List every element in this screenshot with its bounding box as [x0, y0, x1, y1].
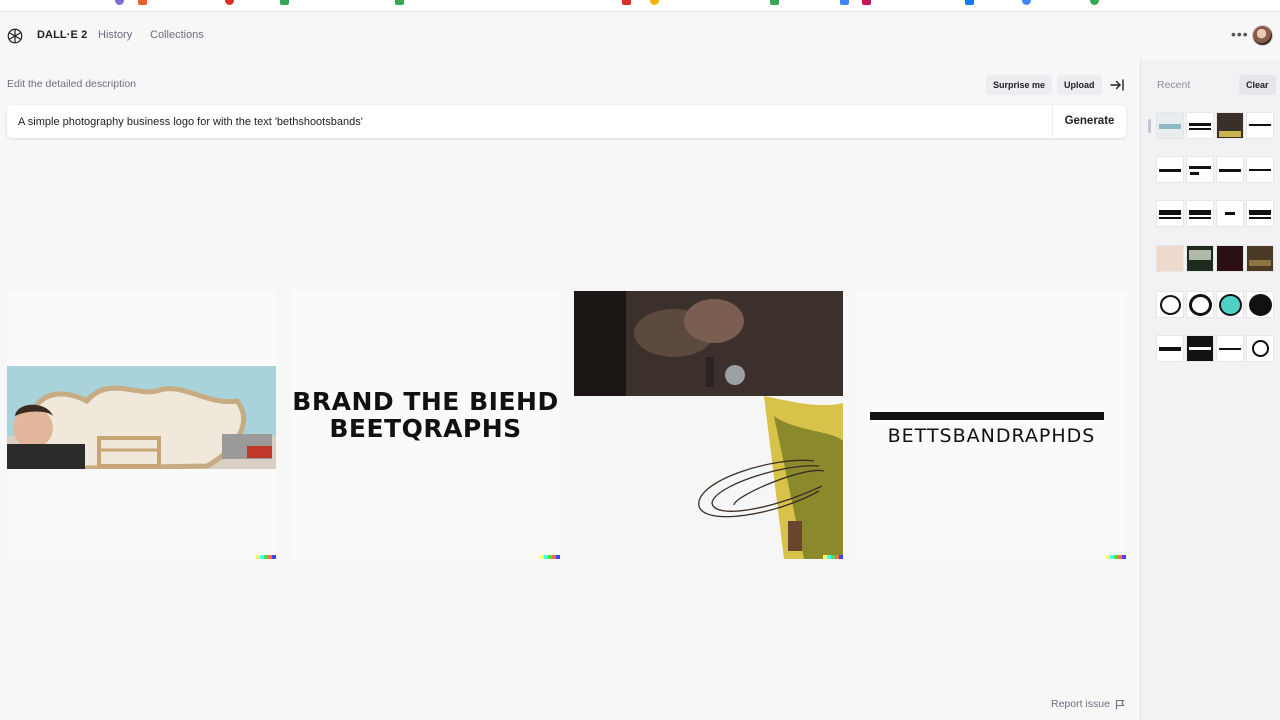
bookmark-icon[interactable] — [862, 0, 871, 5]
recent-thumbnail[interactable] — [1216, 335, 1244, 362]
recent-thumbnail[interactable] — [1246, 335, 1274, 362]
browser-bookmark-strip — [0, 0, 1280, 12]
recent-thumbnail[interactable] — [1186, 156, 1214, 183]
result-image[interactable]: BETTSBANDRAPHDS — [857, 291, 1126, 559]
signature-strip — [256, 555, 276, 559]
recent-thumbnail[interactable] — [1186, 112, 1214, 139]
openai-logo-icon[interactable] — [6, 27, 24, 45]
logo-line: BEETQRAPHS — [329, 414, 522, 443]
bookmark-icon[interactable] — [395, 0, 404, 5]
recent-thumbnail[interactable] — [1156, 245, 1184, 272]
bookmark-icon[interactable] — [1022, 0, 1031, 5]
recent-thumbnail[interactable] — [1216, 245, 1244, 272]
generate-button[interactable]: Generate — [1052, 105, 1126, 138]
result-image[interactable] — [7, 291, 276, 559]
prompt-box: Generate — [7, 105, 1126, 138]
bookmark-icon[interactable] — [622, 0, 631, 5]
recent-thumbnail[interactable] — [1186, 200, 1214, 227]
signature-strip — [540, 555, 560, 559]
recent-sidebar: Recent Clear — [1140, 60, 1280, 720]
recent-thumbnail[interactable] — [1216, 291, 1244, 318]
collapse-sidebar-icon[interactable] — [1109, 77, 1125, 93]
nav-collections[interactable]: Collections — [150, 29, 204, 41]
recent-thumbnail[interactable] — [1216, 112, 1244, 139]
bookmark-icon[interactable] — [115, 0, 124, 5]
more-horizontal-icon[interactable]: ••• — [1231, 26, 1249, 42]
recent-thumbnail[interactable] — [1156, 156, 1184, 183]
signature-strip — [823, 555, 843, 559]
scrollbar[interactable] — [1148, 119, 1151, 133]
recent-thumbnail[interactable] — [1156, 112, 1184, 139]
recent-thumbnail[interactable] — [1246, 291, 1274, 318]
recent-thumbnail[interactable] — [1216, 200, 1244, 227]
signature-strip — [1106, 555, 1126, 559]
recent-thumbnail[interactable] — [1156, 291, 1184, 318]
logo-line: BRAND THE BIEHD — [292, 387, 559, 416]
bookmark-icon[interactable] — [225, 0, 234, 5]
avatar[interactable] — [1252, 25, 1273, 46]
logo-line: BETTSBANDRAPHDS — [887, 425, 1096, 447]
nav-history[interactable]: History — [98, 29, 132, 41]
recent-thumbnail[interactable] — [1156, 335, 1184, 362]
report-issue-link[interactable]: Report issue — [1051, 698, 1110, 710]
recent-thumbnail[interactable] — [1186, 335, 1214, 362]
recent-thumbnail[interactable] — [1186, 245, 1214, 272]
bookmark-icon[interactable] — [280, 0, 289, 5]
bookmark-icon[interactable] — [1090, 0, 1099, 5]
recent-thumbnail[interactable] — [1246, 112, 1274, 139]
recent-thumbnail[interactable] — [1216, 156, 1244, 183]
recent-thumbnail[interactable] — [1156, 200, 1184, 227]
recent-label: Recent — [1157, 79, 1191, 91]
bookmark-icon[interactable] — [840, 0, 849, 5]
bookmark-icon[interactable] — [650, 0, 659, 5]
surprise-me-button[interactable]: Surprise me — [986, 75, 1053, 95]
recent-thumbnail[interactable] — [1186, 291, 1214, 318]
prompt-input[interactable] — [18, 105, 1038, 138]
bookmark-icon[interactable] — [965, 0, 974, 5]
recent-thumbnail[interactable] — [1246, 245, 1274, 272]
bookmark-icon[interactable] — [770, 0, 779, 5]
recent-thumbnail[interactable] — [1246, 200, 1274, 227]
logo-bar — [870, 412, 1104, 420]
recent-thumbnail[interactable] — [1246, 156, 1274, 183]
app-header: DALL·E 2 History Collections ••• — [0, 12, 1280, 60]
result-image[interactable] — [574, 291, 843, 559]
upload-button[interactable]: Upload — [1057, 75, 1102, 95]
brand-title[interactable]: DALL·E 2 — [37, 29, 87, 41]
flag-icon[interactable] — [1115, 699, 1125, 710]
bookmark-icon[interactable] — [138, 0, 147, 5]
clear-button[interactable]: Clear — [1239, 75, 1276, 95]
guitar-photo — [7, 366, 276, 469]
band-photo — [574, 291, 843, 559]
prompt-label: Edit the detailed description — [7, 78, 136, 90]
result-image[interactable]: BRAND THE BIEHD BEETQRAPHS — [291, 291, 560, 559]
